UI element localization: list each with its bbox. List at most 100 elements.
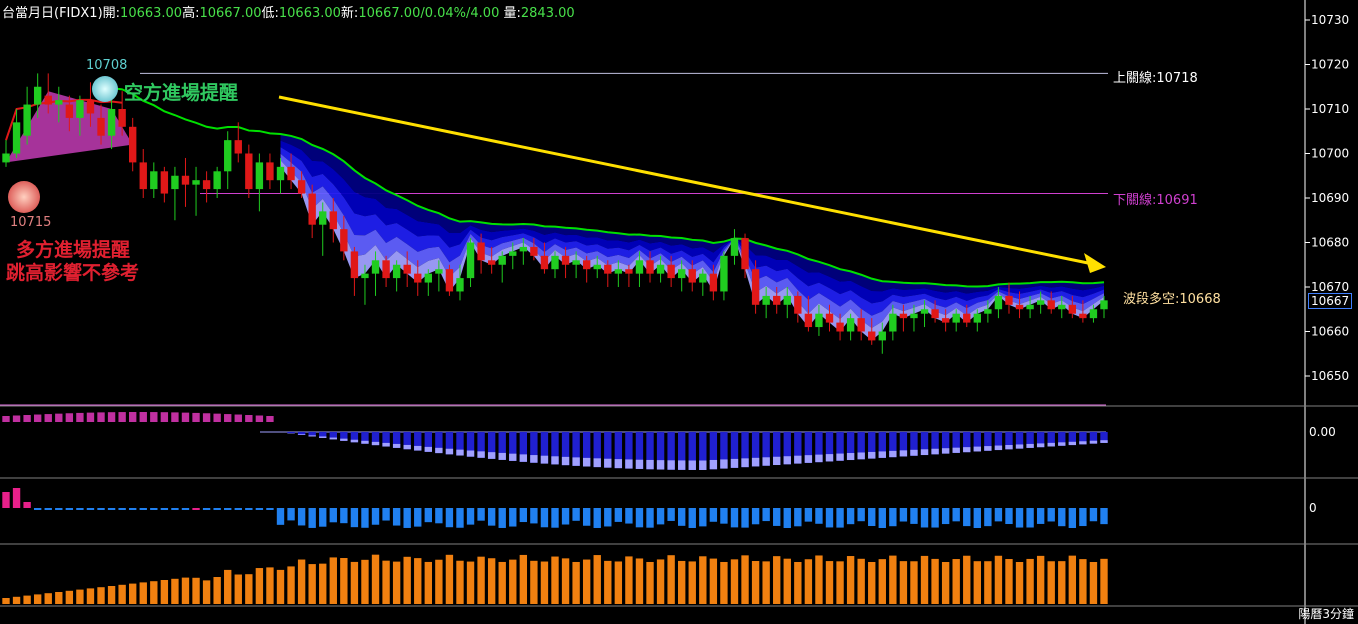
candle-body [65,104,74,118]
osc-bar-tip [984,446,992,451]
hist-bar [466,508,475,525]
volume-bar [139,582,147,604]
candle-body [2,153,10,163]
hist-bar [1079,508,1087,527]
osc-bar-tip [741,458,749,468]
hist-bar [762,508,770,522]
hist-bar [202,508,211,510]
candle-body [392,264,401,279]
volume-bar [129,583,137,604]
candle-body [319,211,327,225]
volume-bar [276,569,285,604]
volume-bar [435,559,443,604]
candle-body [276,166,285,181]
candle-body [403,264,411,274]
candle-body [825,313,834,323]
osc-bar-tip [678,460,686,470]
candle-body [720,255,728,292]
osc-bar-tip [868,451,876,459]
hist-bar [107,508,116,510]
short-alert-icon [92,76,118,102]
osc-bar-tip [889,450,897,458]
candle-body [625,269,633,274]
candle-body [266,162,274,181]
candle-body [86,100,95,114]
volume-bar [804,559,813,604]
volume-bar [540,561,549,604]
osc-bar-tip [319,436,327,438]
hist-bar [688,508,696,528]
price-tick-label: 10730 [1311,13,1349,27]
candle-body [76,100,84,118]
volume-bar [730,559,739,604]
hist-bar [783,508,791,528]
osc-bar [118,412,126,422]
osc-bar [255,415,264,422]
osc-bar-tip [941,448,950,454]
volume-bar [192,577,200,604]
volume-bar [1079,559,1087,604]
volume-bar [857,558,865,604]
candle-body [1068,304,1077,314]
osc-bar-tip [361,440,369,444]
candle-body [741,238,749,270]
osc-bar-tip [1068,441,1077,446]
candle-body [836,322,844,332]
volume-bar [699,556,707,604]
hist-bar [699,508,707,527]
candle-body [889,313,897,332]
timeframe-label[interactable]: 陽曆3分鐘 [1298,605,1354,622]
candle-body [604,264,612,274]
osc-bar-tip [1015,444,1024,449]
short-alert-price: 10708 [86,58,128,73]
volume-bar [456,560,464,604]
volume-bar [160,580,169,604]
volume-bar [1047,561,1055,604]
volume-bar [23,595,31,604]
hist-bar [952,508,960,522]
candle-body [941,318,950,323]
hist-bar [931,508,939,528]
candle-body [762,295,770,305]
hist-bar [1036,508,1045,524]
volume-bar [530,560,538,604]
osc-bar-tip [614,459,623,469]
hist-bar [23,502,31,508]
osc-bar-tip [371,441,380,446]
candle-body [139,162,147,190]
volume-bar [984,561,992,604]
osc-bar-tip [667,460,675,470]
volume-bar [667,555,675,604]
candle-body [1100,300,1108,310]
candle-body [794,295,802,314]
candle-body [699,273,707,283]
osc-bar-tip [688,460,696,470]
hist-bar [878,508,886,528]
osc-bar [76,412,84,422]
hist-bar [44,508,52,510]
hist-bar [751,508,760,525]
osc-bar [33,414,42,422]
volume-bar [266,567,274,604]
osc-bar-tip [435,447,443,454]
candle-body [773,295,781,305]
volume-bar [498,561,506,604]
volume-bar [1058,561,1066,604]
osc-bar-tip [899,450,908,457]
volume-bar [825,561,834,604]
volume-bar [625,556,633,604]
osc-bar-tip [308,435,316,437]
candle-body [107,109,116,136]
candle-body [487,260,496,265]
osc-tick-label: 0.00 [1309,425,1336,439]
osc-bar-tip [699,460,707,470]
osc-bar [150,412,158,422]
candle-body [382,260,390,279]
osc-bar [266,416,274,422]
osc-bar [224,414,232,422]
hist-bar [319,508,327,527]
hist-bar [593,508,601,528]
candle-body [593,264,601,270]
hist-bar [635,508,644,528]
volume-bar [107,586,116,604]
